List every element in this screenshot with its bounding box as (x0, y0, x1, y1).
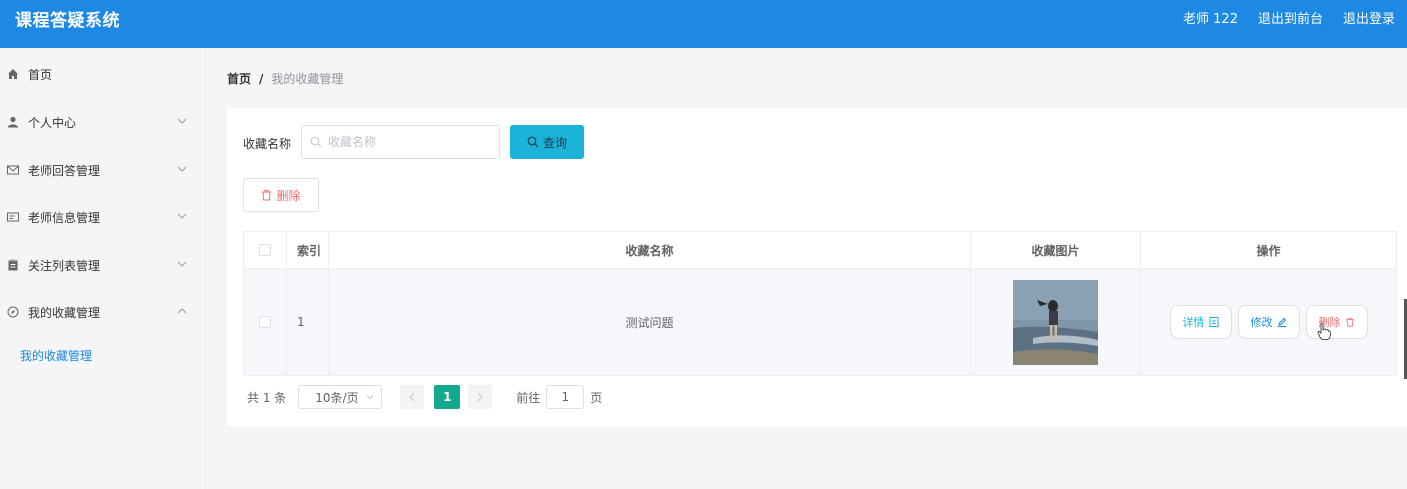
top-bar: 课程答疑系统 老师 122 退出到前台 退出登录 (0, 0, 1407, 48)
select-all-checkbox[interactable] (259, 244, 271, 256)
breadcrumb-home[interactable]: 首页 (227, 70, 251, 87)
row-name: 测试问题 (329, 269, 971, 375)
breadcrumb-separator: / (259, 71, 264, 86)
main-content: 首页 / 我的收藏管理 收藏名称 查询 删除 索引 收藏名称 收藏图片 操作 (206, 48, 1407, 489)
detail-label: 详情 (1182, 316, 1205, 329)
compass-icon (6, 305, 20, 319)
header-index: 索引 (287, 232, 329, 268)
chevron-down-icon (177, 166, 187, 172)
table-row: 1 测试问题 详情 修改 删除 (244, 269, 1396, 375)
chevron-right-icon (477, 392, 483, 402)
page-number-current[interactable]: 1 (434, 385, 461, 409)
favorite-thumbnail[interactable] (1013, 279, 1098, 365)
page-size-value: 10条/页 (315, 390, 359, 405)
clipboard-icon (6, 258, 20, 272)
favorites-table: 索引 收藏名称 收藏图片 操作 1 测试问题 详情 修改 删除 (243, 231, 1397, 376)
delete-button[interactable]: 删除 (1305, 305, 1368, 339)
user-icon (6, 115, 20, 129)
sidebar-item-label: 个人中心 (28, 115, 77, 130)
goto-suffix: 页 (590, 390, 603, 405)
table-header: 索引 收藏名称 收藏图片 操作 (244, 232, 1396, 269)
search-label: 收藏名称 (243, 137, 292, 151)
sidebar-item-label: 我的收藏管理 (28, 305, 101, 320)
row-checkbox[interactable] (259, 316, 271, 328)
app-title: 课程答疑系统 (15, 11, 120, 31)
batch-delete-label: 删除 (276, 188, 301, 203)
prev-page-button[interactable] (400, 385, 425, 409)
batch-delete-button[interactable]: 删除 (243, 178, 319, 212)
breadcrumb-current: 我的收藏管理 (271, 72, 344, 86)
next-page-button[interactable] (468, 385, 493, 409)
edit-button[interactable]: 修改 (1237, 305, 1300, 339)
chevron-down-icon (177, 261, 187, 267)
trash-icon (1345, 317, 1354, 327)
trash-icon (262, 190, 272, 201)
chevron-down-icon (177, 213, 187, 219)
sidebar-item-home[interactable]: 首页 (0, 59, 206, 89)
search-icon (527, 136, 539, 148)
query-button-label: 查询 (542, 135, 567, 150)
chevron-left-icon (409, 392, 415, 402)
search-icon (310, 136, 322, 148)
sidebar-item-teacher-answers[interactable]: 老师回答管理 (0, 155, 206, 185)
page-size-select[interactable]: 10条/页 (298, 385, 383, 409)
pagination-total: 共 1 条 (247, 390, 287, 405)
logout-link[interactable]: 退出登录 (1343, 8, 1395, 27)
sidebar-subitem-my-favorites[interactable]: 我的收藏管理 (20, 347, 92, 364)
pagination: 共 1 条 10条/页 1 前往 页 (247, 385, 602, 409)
document-icon (1209, 317, 1218, 327)
edit-label: 修改 (1250, 316, 1273, 329)
sidebar-item-follow-list[interactable]: 关注列表管理 (0, 250, 206, 280)
content-panel: 收藏名称 查询 删除 索引 收藏名称 收藏图片 操作 1 测试问题 (227, 108, 1407, 426)
hand-cursor-icon (1317, 322, 1331, 340)
sidebar-item-teacher-info[interactable]: 老师信息管理 (0, 202, 206, 232)
sidebar-item-label: 老师信息管理 (28, 210, 101, 225)
sidebar-item-label: 首页 (28, 67, 53, 82)
sidebar-item-label: 老师回答管理 (28, 163, 101, 178)
search-input[interactable] (328, 135, 488, 149)
card-icon (6, 210, 20, 224)
breadcrumb: 首页 / 我的收藏管理 (227, 70, 343, 87)
home-icon (6, 67, 20, 81)
chevron-down-icon (366, 395, 374, 400)
sidebar-item-label: 关注列表管理 (28, 258, 101, 273)
row-index: 1 (287, 269, 329, 375)
sidebar-item-my-favorites[interactable]: 我的收藏管理 (0, 297, 206, 327)
header-ops: 操作 (1256, 243, 1281, 258)
goto-page: 前往 页 (516, 385, 602, 409)
chevron-up-icon (177, 308, 187, 314)
detail-button[interactable]: 详情 (1169, 305, 1232, 339)
sidebar: 首页 个人中心 老师回答管理 老师信息管理 关注列表管理 我的收藏管理 我的收藏… (0, 48, 206, 489)
back-to-front-link[interactable]: 退出到前台 (1258, 8, 1323, 27)
sidebar-item-personal-center[interactable]: 个人中心 (0, 107, 206, 137)
mail-icon (6, 163, 20, 177)
user-name[interactable]: 老师 122 (1183, 8, 1238, 27)
header-image: 收藏图片 (971, 232, 1141, 268)
search-input-wrapper[interactable] (301, 125, 500, 159)
goto-prefix: 前往 (516, 390, 541, 405)
chevron-down-icon (177, 118, 187, 124)
edit-icon (1277, 317, 1286, 327)
header-name: 收藏名称 (329, 232, 971, 268)
goto-page-input[interactable] (546, 385, 585, 409)
query-button[interactable]: 查询 (510, 125, 584, 159)
